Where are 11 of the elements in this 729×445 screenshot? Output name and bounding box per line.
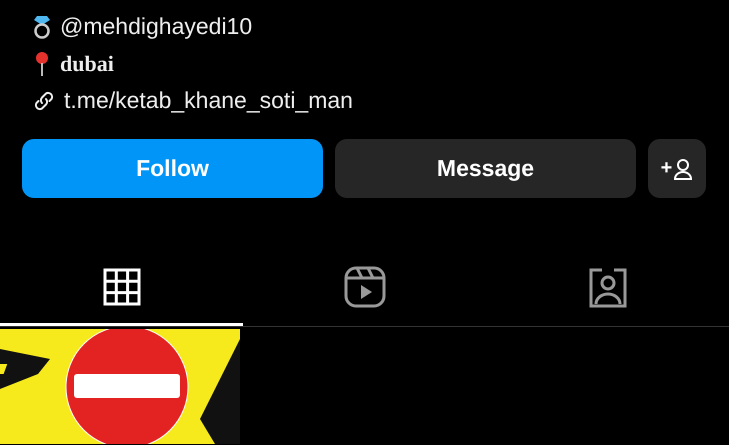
- grid-icon: [102, 268, 140, 306]
- bio-text: dubai: [60, 50, 114, 76]
- profile-link[interactable]: t.me/ketab_khane_soti_man: [64, 87, 353, 114]
- ring-icon: [32, 14, 52, 40]
- message-button[interactable]: Message: [335, 139, 636, 198]
- reels-icon: [344, 266, 386, 308]
- bio-text: @mehdighayedi10: [60, 13, 252, 40]
- no-entry-sign-drawing[interactable]: [0, 329, 240, 444]
- add-person-button[interactable]: +: [648, 139, 706, 198]
- tagged-person-icon: [586, 266, 628, 308]
- person-icon: [673, 158, 694, 180]
